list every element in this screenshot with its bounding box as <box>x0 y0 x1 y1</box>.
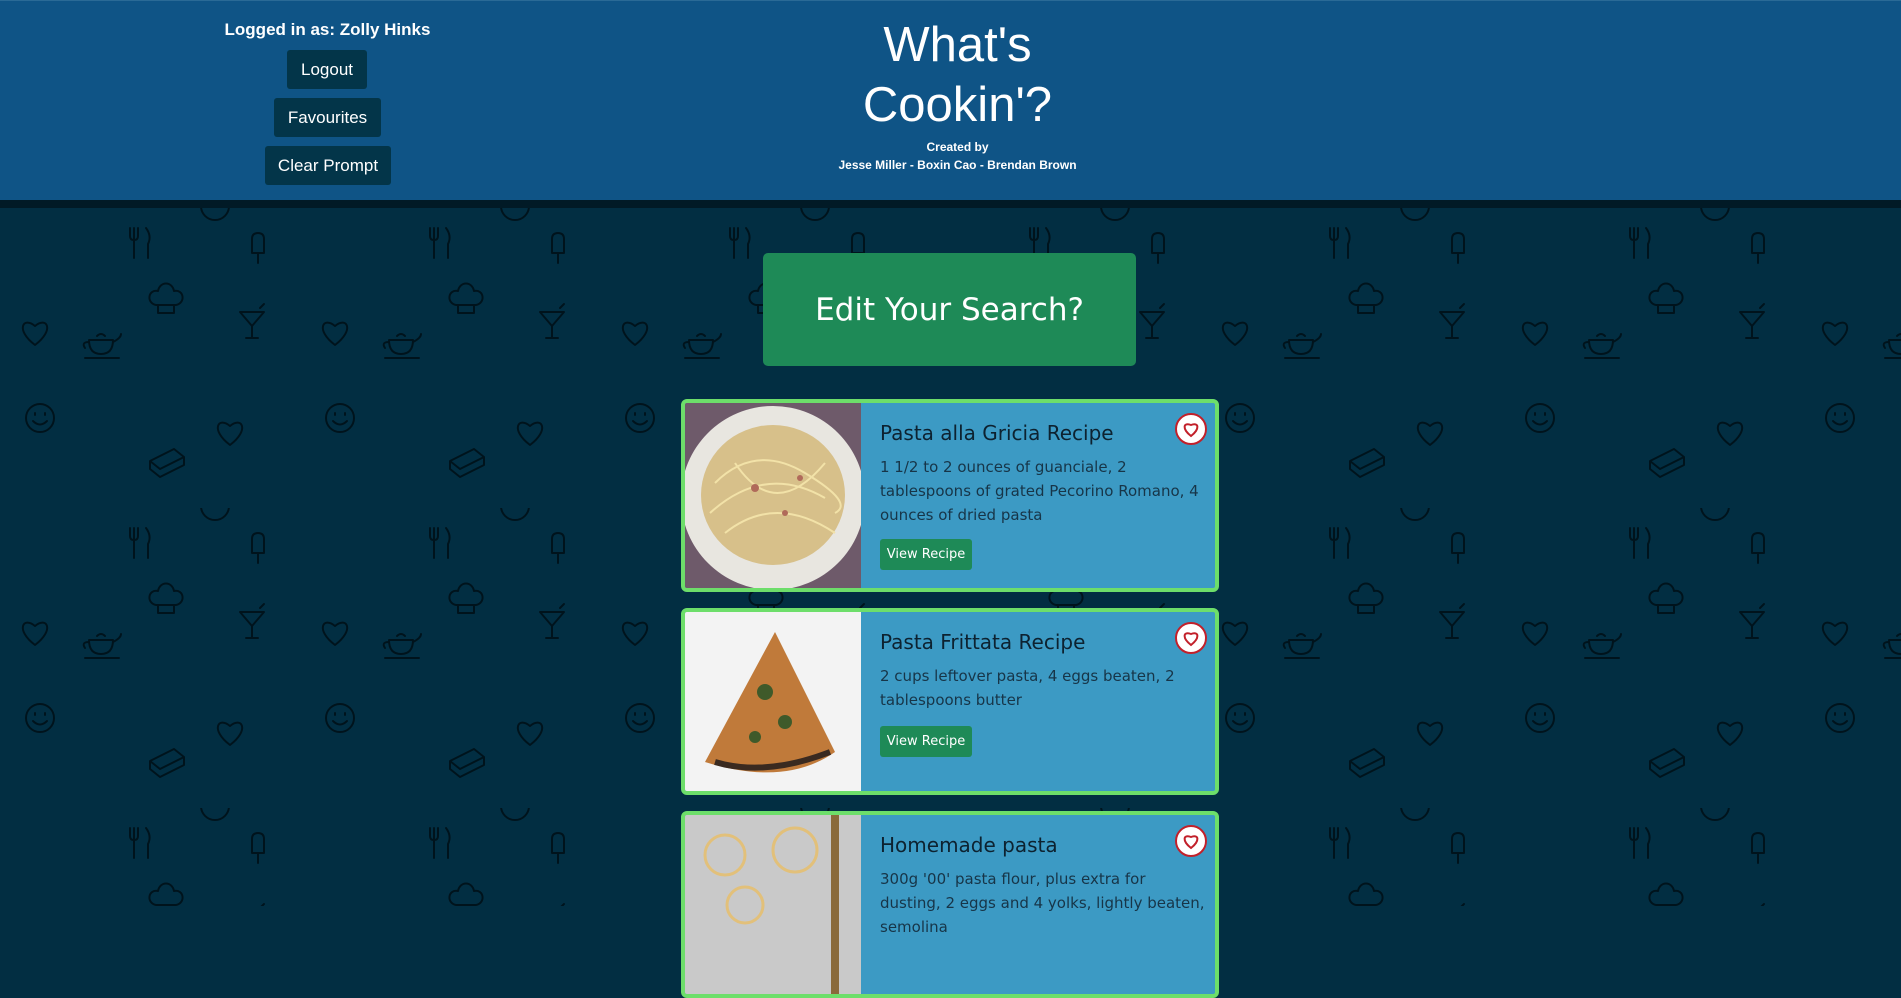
edit-search-button[interactable]: Edit Your Search? <box>763 253 1136 366</box>
fresh-pasta-photo <box>685 815 861 994</box>
logged-in-label: Logged in as: Zolly Hinks <box>224 20 431 39</box>
view-recipe-button[interactable]: View Recipe <box>880 726 972 757</box>
favourite-button[interactable] <box>1175 622 1207 654</box>
heart-icon <box>1183 835 1199 850</box>
site-title-line-2: Cookin'? <box>862 78 1053 132</box>
recipe-title: Pasta Frittata Recipe <box>880 630 1086 654</box>
site-title-line-1: What's <box>883 18 1032 72</box>
favourites-button[interactable]: Favourites <box>274 98 381 137</box>
recipe-card: Pasta alla Gricia Recipe 1 1/2 to 2 ounc… <box>681 399 1219 592</box>
recipe-card: Pasta Frittata Recipe 2 cups leftover pa… <box>681 608 1219 795</box>
logout-button[interactable]: Logout <box>287 50 367 89</box>
heart-icon <box>1183 423 1199 438</box>
heart-icon <box>1183 632 1199 647</box>
recipe-ingredients: 1 1/2 to 2 ounces of guanciale, 2 tables… <box>880 458 1199 524</box>
recipe-ingredients: 300g '00' pasta flour, plus extra for du… <box>880 870 1205 936</box>
recipe-card: Homemade pasta 300g '00' pasta flour, pl… <box>681 811 1219 998</box>
favourite-button[interactable] <box>1175 825 1207 857</box>
title-block: What's Cookin'? Created by Jesse Miller … <box>820 15 1095 172</box>
user-panel: Logged in as: Zolly Hinks Logout Favouri… <box>200 1 455 201</box>
authors-label: Jesse Miller - Boxin Cao - Brendan Brown <box>838 158 1077 172</box>
header-divider <box>0 200 1901 208</box>
pasta-plate-photo <box>685 403 861 588</box>
favourite-button[interactable] <box>1175 413 1207 445</box>
clear-prompt-button[interactable]: Clear Prompt <box>265 146 391 185</box>
created-by-label: Created by <box>926 140 989 154</box>
view-recipe-button[interactable]: View Recipe <box>880 539 972 570</box>
frittata-photo <box>685 612 861 791</box>
recipe-ingredients: 2 cups leftover pasta, 4 eggs beaten, 2 … <box>880 667 1175 709</box>
site-header: Logged in as: Zolly Hinks Logout Favouri… <box>0 0 1901 200</box>
site-title: What's Cookin'? <box>820 15 1095 135</box>
recipe-title: Pasta alla Gricia Recipe <box>880 421 1114 445</box>
recipe-title: Homemade pasta <box>880 833 1058 857</box>
